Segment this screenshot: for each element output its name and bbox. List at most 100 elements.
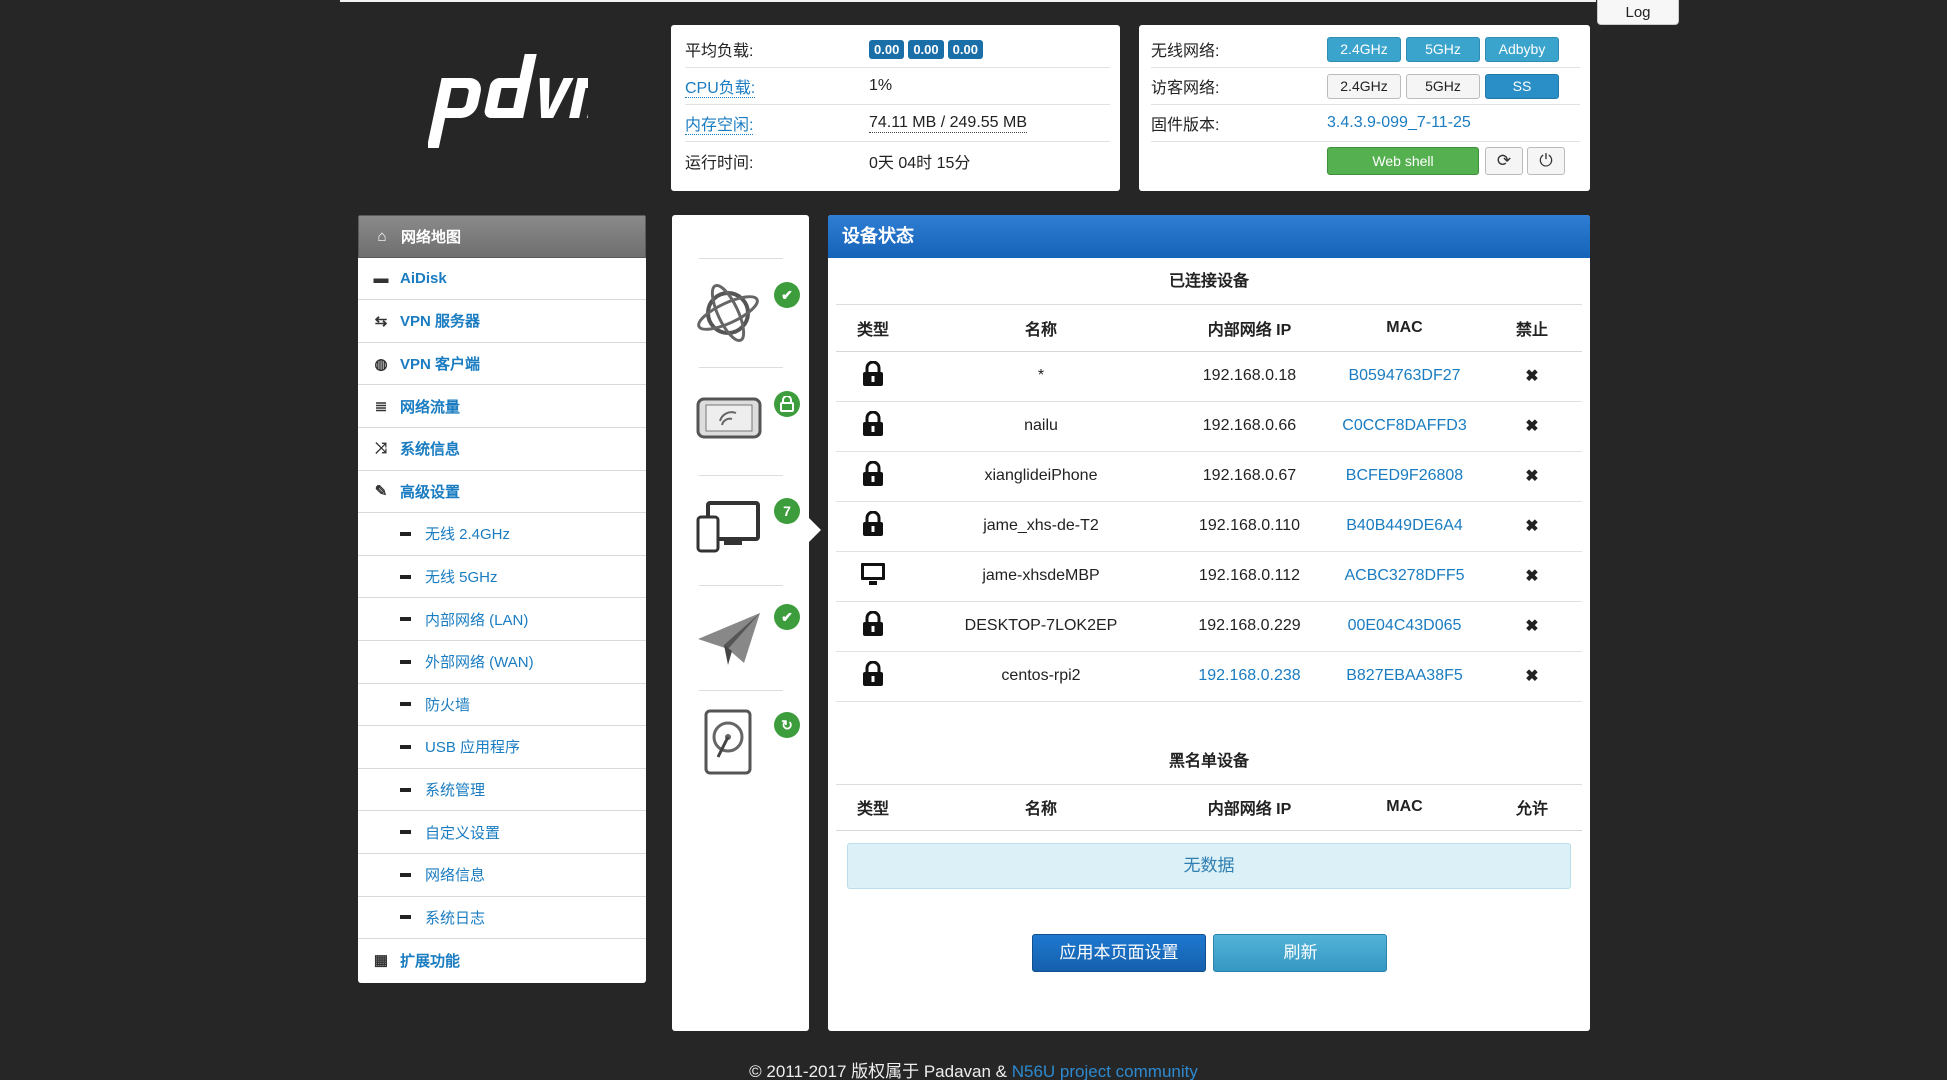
firmware-version[interactable]: 3.4.3.9-099_7-11-25 xyxy=(1327,114,1471,132)
device-name: centos-rpi2 xyxy=(910,651,1172,702)
device-ip: 192.168.0.67 xyxy=(1172,451,1327,502)
ss-toggle[interactable]: SS xyxy=(1485,73,1559,99)
sidebar-item-vpn-client[interactable]: ◍ VPN 客户端 xyxy=(358,343,646,386)
device-row: nailu 192.168.0.66 C0CCF8DAFFD3 ✖ xyxy=(836,401,1582,452)
block-icon[interactable]: ✖ xyxy=(1482,601,1582,652)
device-row: DESKTOP-7LOK2EP 192.168.0.229 00E04C43D065… xyxy=(836,601,1582,652)
device-status-panel: 设备状态 已连接设备 类型 名称 内部网络 IP MAC 禁止 * 192.168… xyxy=(828,215,1590,1031)
sidebar-sub-custom[interactable]: 自定义设置 xyxy=(358,811,646,854)
refresh-icon[interactable]: ⟳ xyxy=(1485,146,1523,175)
internet-icon[interactable] xyxy=(694,277,780,355)
lock-icon xyxy=(836,501,910,552)
sidebar-item-aidisk[interactable]: ▬ AiDisk xyxy=(358,258,646,301)
device-name: xianglideiPhone xyxy=(910,451,1172,502)
refresh-button[interactable]: 刷新 xyxy=(1213,934,1388,972)
clients-icon[interactable] xyxy=(694,497,780,575)
wrench-icon: ✎ xyxy=(374,483,388,501)
cpu-value: 1% xyxy=(869,77,893,94)
device-mac-link[interactable]: ACBC3278DFF5 xyxy=(1327,551,1482,602)
col-mac: MAC xyxy=(1327,784,1482,831)
usb-disk-icon[interactable] xyxy=(694,707,780,785)
sidebar-item-vpn-server[interactable]: ⇆ VPN 服务器 xyxy=(358,300,646,343)
col-ip: 内部网络 IP xyxy=(1172,305,1327,352)
power-icon[interactable]: ⏻ xyxy=(1527,146,1565,175)
sidebar-item-label: 网络流量 xyxy=(400,398,461,416)
col-type: 类型 xyxy=(836,305,910,352)
device-name: jame_xhs-de-T2 xyxy=(910,501,1172,552)
wireless-icon[interactable] xyxy=(694,387,780,465)
device-ip: 192.168.0.18 xyxy=(1172,351,1327,402)
dash-icon xyxy=(400,574,411,579)
device-name: * xyxy=(910,351,1172,402)
block-icon[interactable]: ✖ xyxy=(1482,551,1582,602)
block-icon[interactable]: ✖ xyxy=(1482,351,1582,402)
col-ip: 内部网络 IP xyxy=(1172,784,1327,831)
sidebar-item-system-info[interactable]: ⤨ 系统信息 xyxy=(358,428,646,471)
dash-icon xyxy=(400,617,411,622)
device-mac-link[interactable]: B40B449DE6A4 xyxy=(1327,501,1482,552)
log-button[interactable]: Log xyxy=(1597,0,1679,25)
device-mac-link[interactable]: B827EBAA38F5 xyxy=(1327,651,1482,702)
wireless-24ghz-toggle[interactable]: 2.4GHz xyxy=(1327,36,1401,62)
memory-row: 内存空闲: 74.11 MB / 249.55 MB xyxy=(685,105,1110,142)
lock-icon xyxy=(836,451,910,502)
sidebar-sub-firewall[interactable]: 防火墙 xyxy=(358,684,646,727)
sidebar-item-traffic[interactable]: ≣ 网络流量 xyxy=(358,385,646,428)
usb-refresh-icon[interactable]: ↻ xyxy=(774,712,800,738)
cpu-link[interactable]: CPU负载: xyxy=(685,80,756,98)
guest-row: 访客网络: 2.4GHz 5GHz SS xyxy=(1151,68,1580,105)
community-link[interactable]: N56U project community xyxy=(1012,1062,1198,1080)
sidebar-item-label: AiDisk xyxy=(400,269,447,287)
sidebar-sub-wireless-5[interactable]: 无线 5GHz xyxy=(358,556,646,599)
sidebar-item-label: 高级设置 xyxy=(400,483,461,501)
sidebar-sub-lan[interactable]: 内部网络 (LAN) xyxy=(358,598,646,641)
device-ip[interactable]: 192.168.0.238 xyxy=(1172,651,1327,702)
padavan-logo xyxy=(428,54,588,148)
dash-icon xyxy=(400,830,411,835)
block-icon[interactable]: ✖ xyxy=(1482,451,1582,502)
block-icon[interactable]: ✖ xyxy=(1482,401,1582,452)
device-mac-link[interactable]: BCFED9F26808 xyxy=(1327,451,1482,502)
guest-5ghz-toggle[interactable]: 5GHz xyxy=(1406,73,1480,99)
sidebar-sub-wan[interactable]: 外部网络 (WAN) xyxy=(358,641,646,684)
firmware-label: 固件版本: xyxy=(1151,117,1220,134)
memory-link[interactable]: 内存空闲: xyxy=(685,117,754,135)
dash-icon xyxy=(400,659,411,664)
device-mac-link[interactable]: C0CCF8DAFFD3 xyxy=(1327,401,1482,452)
web-shell-button[interactable]: Web shell xyxy=(1327,146,1479,175)
lock-icon xyxy=(836,351,910,402)
sidebar-item-advanced[interactable]: ✎ 高级设置 xyxy=(358,471,646,514)
wireless-5ghz-toggle[interactable]: 5GHz xyxy=(1406,36,1480,62)
load-15min-badge: 0.00 xyxy=(947,39,983,59)
block-icon[interactable]: ✖ xyxy=(1482,501,1582,552)
col-type: 类型 xyxy=(836,784,910,831)
sidebar-sub-usb[interactable]: USB 应用程序 xyxy=(358,726,646,769)
apply-button[interactable]: 应用本页面设置 xyxy=(1032,934,1206,972)
dash-icon xyxy=(400,744,411,749)
sidebar-item-extensions[interactable]: ▦ 扩展功能 xyxy=(358,939,646,982)
load-5min-badge: 0.00 xyxy=(908,39,944,59)
sidebar-sub-syslog[interactable]: 系统日志 xyxy=(358,897,646,940)
sidebar-sub-wireless-24[interactable]: 无线 2.4GHz xyxy=(358,513,646,556)
blacklist-title: 黑名单设备 xyxy=(836,738,1582,785)
device-row: * 192.168.0.18 B0594763DF27 ✖ xyxy=(836,351,1582,402)
col-mac: MAC xyxy=(1327,305,1482,352)
guest-24ghz-toggle[interactable]: 2.4GHz xyxy=(1327,73,1401,99)
vpn-icon[interactable] xyxy=(694,603,780,681)
uptime-value: 0天 04时 15分 xyxy=(869,154,971,172)
internet-status-icon: ✔ xyxy=(774,282,800,308)
block-icon[interactable]: ✖ xyxy=(1482,651,1582,702)
clients-count-badge: 7 xyxy=(774,498,800,524)
dash-icon xyxy=(400,915,411,920)
random-icon: ⤨ xyxy=(374,440,387,458)
memory-value: 74.11 MB / 249.55 MB xyxy=(869,113,1028,133)
device-mac-link[interactable]: 00E04C43D065 xyxy=(1327,601,1482,652)
device-name: DESKTOP-7LOK2EP xyxy=(910,601,1172,652)
adbyby-toggle[interactable]: Adbyby xyxy=(1485,36,1559,62)
sidebar-sub-netinfo[interactable]: 网络信息 xyxy=(358,854,646,897)
uptime-label: 运行时间: xyxy=(685,154,754,172)
device-mac-link[interactable]: B0594763DF27 xyxy=(1327,351,1482,402)
sidebar-sub-admin[interactable]: 系统管理 xyxy=(358,769,646,812)
guest-label: 访客网络: xyxy=(1151,80,1220,97)
sidebar-item-network-map[interactable]: ⌂ 网络地图 xyxy=(358,215,646,258)
